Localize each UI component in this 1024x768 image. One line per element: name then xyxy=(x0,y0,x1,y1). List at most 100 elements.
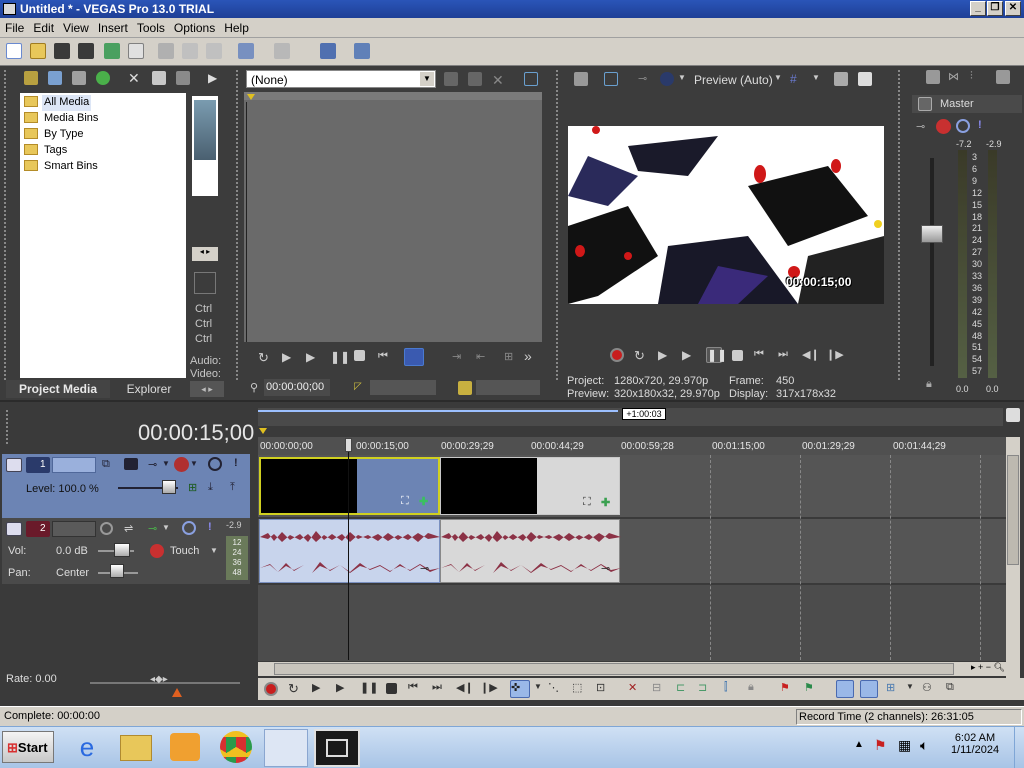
tree-item-all-media[interactable]: All Media xyxy=(24,95,92,111)
media-fx-icon[interactable] xyxy=(176,71,190,85)
more-icon[interactable]: » xyxy=(524,348,538,364)
start-button[interactable]: ⊞Start xyxy=(2,731,54,763)
trim-end-icon[interactable]: ⊐ xyxy=(698,681,712,695)
timeline-vertical-scrollbar[interactable] xyxy=(1006,437,1020,679)
play-from-start-icon[interactable]: ▶ xyxy=(312,681,326,695)
preview-fx-icon[interactable]: ⊸ xyxy=(638,72,652,86)
redo-icon[interactable] xyxy=(274,43,290,59)
invert-phase-icon[interactable]: ⇌ xyxy=(124,522,138,536)
track-collapse-icon[interactable] xyxy=(6,522,22,536)
event-fx-icon[interactable]: ✚ xyxy=(419,495,433,509)
master-fx-icon[interactable] xyxy=(936,119,951,134)
delete-icon[interactable]: ✕ xyxy=(628,681,642,695)
minimize-button[interactable]: _ xyxy=(970,1,986,16)
rate-slider[interactable]: ◂◆▸ xyxy=(150,674,174,688)
loop-icon[interactable]: ↻ xyxy=(288,681,302,696)
envelope-tool-icon[interactable]: ⋱ xyxy=(548,681,562,695)
menu-view[interactable]: View xyxy=(58,18,93,35)
panel-grip[interactable] xyxy=(898,70,902,380)
stop-icon[interactable] xyxy=(354,350,365,361)
master-fader[interactable] xyxy=(921,225,943,243)
loop-bar[interactable]: +1:00:03 xyxy=(258,408,1003,426)
zoom-tool-icon[interactable]: ⊡ xyxy=(596,681,610,695)
event-audio-fx-icon[interactable]: ⊸ xyxy=(420,562,434,576)
chevron-down-icon[interactable]: ▼ xyxy=(678,73,692,87)
go-to-start-icon[interactable]: ⏮ xyxy=(408,681,422,695)
pan-crop-icon[interactable]: ⛶ xyxy=(583,496,597,510)
marker-bar-icon[interactable] xyxy=(1006,408,1020,422)
track-fx-icon[interactable] xyxy=(174,457,189,472)
selection-tool-icon[interactable]: ⬚ xyxy=(572,681,586,695)
insert-region-icon[interactable]: ⚑ xyxy=(804,681,818,695)
panel-grip[interactable] xyxy=(6,410,12,444)
trimmer-tool-icon[interactable] xyxy=(468,72,482,86)
audio-clip[interactable]: ⊸ xyxy=(259,519,440,583)
master-insert-fx-icon[interactable]: ⊸ xyxy=(916,120,930,134)
overlays-icon[interactable]: # xyxy=(790,72,804,86)
loop-icon[interactable]: ↻ xyxy=(634,348,648,363)
split-icon[interactable]: ⫿ xyxy=(724,681,738,695)
trimmer-region-icon[interactable] xyxy=(458,381,472,395)
auto-crossfade-icon[interactable] xyxy=(860,680,878,698)
menu-options[interactable]: Options xyxy=(169,18,219,35)
audio-clip[interactable]: ⊸ xyxy=(440,519,621,583)
track-layer-icon[interactable]: ⤒ xyxy=(230,481,244,495)
in-point-icon[interactable]: ◸ xyxy=(354,381,368,395)
restore-button[interactable]: ❐ xyxy=(987,1,1003,16)
event-audio-fx-icon[interactable]: ⊸ xyxy=(601,562,615,576)
ignore-grouping-icon[interactable]: ⧉ xyxy=(946,681,960,695)
menu-file[interactable]: File xyxy=(0,18,28,35)
chevron-down-icon[interactable]: ▼ xyxy=(190,459,204,473)
mixer-view-icon[interactable] xyxy=(996,70,1010,84)
chevron-down-icon[interactable]: ▼ xyxy=(420,72,434,86)
play-from-start-icon[interactable]: ▶ xyxy=(282,350,296,364)
go-to-start-icon[interactable]: ⏮ xyxy=(754,348,768,362)
chevron-down-icon[interactable]: ▼ xyxy=(906,682,920,696)
chrome-icon[interactable] xyxy=(220,731,252,763)
next-frame-icon[interactable]: ❙▶ xyxy=(826,348,844,362)
render-icon[interactable] xyxy=(104,43,120,59)
stop-icon[interactable] xyxy=(386,683,397,694)
lock-icon[interactable]: 🔒︎ xyxy=(926,378,940,392)
new-icon[interactable] xyxy=(6,43,22,59)
save-icon[interactable] xyxy=(54,43,70,59)
help-icon[interactable] xyxy=(354,43,370,59)
loop-icon[interactable]: ↻ xyxy=(258,350,272,365)
mute-icon[interactable] xyxy=(182,521,196,535)
pan-slider[interactable] xyxy=(110,564,124,578)
parent-compositing-icon[interactable] xyxy=(124,458,138,470)
tree-item-media-bins[interactable]: Media Bins xyxy=(24,111,100,127)
snapping-icon[interactable] xyxy=(836,680,854,698)
trimmer-insert-icon[interactable]: ⇥ xyxy=(452,350,466,364)
bypass-motion-blur-icon[interactable]: ⊞ xyxy=(188,481,202,495)
play-icon[interactable]: ▶ xyxy=(306,350,320,364)
menu-insert[interactable]: Insert xyxy=(93,18,132,35)
refresh-icon[interactable] xyxy=(96,71,110,85)
zoom-controls[interactable]: ▸ + − 🔍︎ xyxy=(956,662,1020,676)
mixer-properties-icon[interactable] xyxy=(926,70,940,84)
remove-icon[interactable]: ✕ xyxy=(128,71,142,85)
tree-item-smart-bins[interactable]: Smart Bins xyxy=(24,159,100,175)
open-icon[interactable] xyxy=(30,43,46,59)
menu-help[interactable]: Help xyxy=(219,18,253,35)
tab-explorer[interactable]: Explorer xyxy=(112,380,186,398)
import-media-icon[interactable] xyxy=(24,71,38,85)
media-player-icon[interactable] xyxy=(170,733,200,761)
cut-icon[interactable] xyxy=(158,43,174,59)
solo-icon[interactable]: ! xyxy=(208,521,222,535)
chevron-up-icon[interactable]: ▲ xyxy=(854,739,864,750)
trimmer-view[interactable] xyxy=(244,92,542,342)
pause-icon[interactable]: ❚❚ xyxy=(360,681,378,695)
auto-ripple-icon[interactable]: ⊞ xyxy=(886,681,900,695)
next-frame-icon[interactable]: ❙▶ xyxy=(480,681,498,695)
solo-icon[interactable]: ! xyxy=(978,119,992,133)
go-to-end-icon[interactable]: ⏭ xyxy=(432,681,446,695)
timeline-horizontal-scrollbar[interactable] xyxy=(258,662,1006,676)
internet-explorer-icon[interactable]: e xyxy=(70,731,104,763)
normal-edit-tool-icon[interactable]: ✜ xyxy=(510,680,530,698)
menu-tools[interactable]: Tools xyxy=(132,18,169,35)
downmix-icon[interactable]: ⋈ xyxy=(948,70,962,84)
automation-mode[interactable]: Touch xyxy=(170,545,199,557)
get-media-icon[interactable] xyxy=(72,71,86,85)
chevron-down-icon[interactable]: ▼ xyxy=(534,682,548,696)
